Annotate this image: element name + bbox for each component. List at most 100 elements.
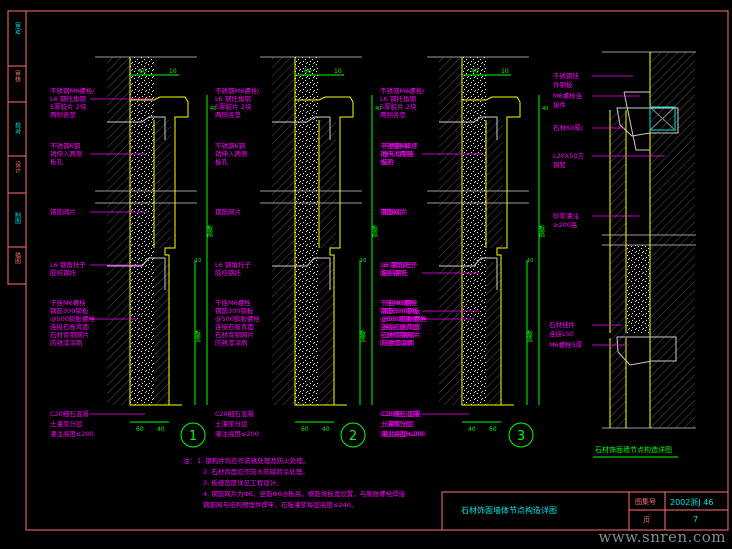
callout-label: 不锈钢6钢 <box>50 141 81 150</box>
strip-label: 制图 <box>14 211 21 225</box>
wall-section-detail-1: 60 104010板高板宽60 40 1不锈钢M6螺栓/L6 钢托角钢5厚胶片 2块两… <box>50 56 260 448</box>
callout-label: 不锈钢6钢 <box>215 141 246 150</box>
callout-label: 石材挂件 <box>549 320 576 329</box>
side-detail-caption: 石材饰面墙节点构造详图 <box>595 445 672 454</box>
callout-label: 连接石板背面 <box>215 322 255 331</box>
callout-label: 连接石板背面 <box>50 322 90 331</box>
callout-label: 接件 <box>553 100 567 109</box>
callout-label: 两侧各垫 <box>215 110 242 119</box>
detail-number: 3 <box>517 429 525 444</box>
callout-label: C20细石混凝 <box>382 409 421 418</box>
stone-panel-upper <box>154 120 171 248</box>
callout-label: L6 钢角托子 <box>215 260 251 269</box>
callout-label: 胶结钢托 <box>215 268 242 277</box>
callout-label: 连接石板背面 <box>382 322 422 331</box>
strip-label: 设计 <box>14 160 21 174</box>
atlas-number: 2002浙J 46 <box>670 497 713 507</box>
callout-label: 钢筋网片 <box>215 207 241 216</box>
detail-number: 1 <box>189 429 197 444</box>
stone-panel-lower <box>319 262 334 405</box>
callout-label: 干挂M6螺栓 <box>50 298 86 307</box>
callout-label: 钢筋300钢板 <box>50 306 89 315</box>
atlas-label: 图集号 <box>635 497 656 506</box>
strip-label: 校对 <box>14 121 21 134</box>
callout-label: C20细石混凝 <box>50 409 89 418</box>
notes-prefix: 注： <box>183 456 196 465</box>
dimension-text: 板高 <box>206 224 213 238</box>
note-item: 1. 钢构件均应作防锈处理及防火处理。 <box>197 456 309 465</box>
callout-label: @500膨胀螺栓 <box>215 314 260 323</box>
dimension-text: 板宽 <box>526 329 533 343</box>
callout-label: 石材背钢网片 <box>215 330 254 339</box>
callout-label: 土灌浆分层 <box>50 419 83 428</box>
mortar-fill <box>295 57 319 405</box>
dimension-text: 60 <box>489 426 497 433</box>
callout-label: 砂浆灌注 <box>553 211 580 220</box>
callout-label: 销伸入两侧 <box>215 149 248 158</box>
callout-label: C20细石混凝 <box>215 409 254 418</box>
dimension-text: 10 <box>360 258 366 264</box>
callout-label: 不锈钢挂 <box>553 71 580 80</box>
callout-label: 灌注高度≤200 <box>382 429 426 438</box>
callout-label: 干挂M6螺栓 <box>215 298 251 307</box>
callout-label: 防锈漆涂刷 <box>215 338 248 347</box>
callout-label: L6 钢托角钢 <box>380 94 416 103</box>
structural-wall <box>272 57 295 405</box>
callout-label: 不锈钢M6螺栓/ <box>380 86 425 95</box>
cad-drawing: 审定 审核 校对 设计 制图 描图 60 10 40 10 板高板宽 60 40 1 不锈钢M6… <box>7 10 729 531</box>
dimension-text: 板高 <box>371 224 378 238</box>
page-label: 页 <box>643 516 650 524</box>
dimension-text: 板高 <box>538 224 545 238</box>
dimension-text: 10 <box>501 68 509 75</box>
mortar-fill <box>130 57 154 405</box>
dimension-text: 板宽 <box>359 329 366 343</box>
notes: 注： 1. 钢构件均应作防锈处理及防火处理。 2. 石材背面应作防水防碱背涂处理… <box>183 456 406 509</box>
side-strip: 审定 审核 校对 设计 制图 描图 <box>7 10 27 285</box>
dimension-text: 10 <box>527 258 533 264</box>
title-block: 石材饰面墙体节点构造详图 图集号 2002浙J 46 页 7 <box>441 491 729 531</box>
note-item: 2. 石材背面应作防水防碱背涂处理。 <box>203 467 309 476</box>
callout-label: M6螺栓5厚 <box>549 340 583 349</box>
callout-label: @500膨胀螺栓 <box>382 314 427 323</box>
dimension-text: 10 <box>334 68 342 75</box>
callout-label: M6螺栓连 <box>553 91 583 100</box>
callout-label: @500膨胀螺栓 <box>50 314 95 323</box>
callout-label: ≥200高 <box>553 220 578 229</box>
dimension-text: 40 <box>471 68 479 75</box>
callout-label: 灌注高度≤200 <box>50 429 94 438</box>
callout-label: L6 钢托角钢 <box>50 94 86 103</box>
callout-label: 胶结钢托 <box>50 268 77 277</box>
note-item: 3. 板缝宽度详见工程设计。 <box>203 478 283 487</box>
callout-label: L6 钢角托子 <box>382 260 418 269</box>
wall-section-detail-3: 40 10 40 10 板高板宽 40 60 3 不锈钢M6螺栓与角钢连接件钢筋网片 L6 钢角托… <box>382 56 548 448</box>
callout-label: 钢筋网片 <box>50 207 76 216</box>
callout-label: 不锈钢M6螺栓/ <box>50 86 95 95</box>
callout-label: 防锈漆涂刷 <box>50 338 83 347</box>
structural-wall <box>439 57 462 405</box>
callout-label: 干挂M6螺栓 <box>382 298 418 307</box>
side-detail <box>602 51 696 429</box>
callout-label: 胶结钢托 <box>382 268 409 277</box>
callout-label: L6 钢角托子 <box>50 260 86 269</box>
detail-number: 2 <box>349 429 357 444</box>
stone-panel-lower <box>154 262 169 405</box>
dimension-text: 60 <box>139 68 147 75</box>
callout-label: L6 钢托角钢 <box>215 94 251 103</box>
strip-label: 描图 <box>14 251 21 265</box>
dimension-text: 40 <box>322 426 330 433</box>
callout-label: 连接L50 <box>549 329 574 338</box>
dimension-text: 60 <box>304 68 312 75</box>
callout-label: 钢筋300钢板 <box>382 306 421 315</box>
callout-label: 板孔 <box>50 157 64 166</box>
callout-label: 土灌浆分层 <box>215 419 248 428</box>
page-number: 7 <box>693 515 698 524</box>
callout-label: 件钢板 <box>553 80 573 89</box>
callout-label: 销伸入两侧 <box>50 149 83 158</box>
stone-panel-upper <box>319 120 336 248</box>
callout-label: 钢管 <box>553 160 567 169</box>
callout-label: 5厚胶片 2块 <box>50 102 87 111</box>
callout-label: 不锈钢M6螺 <box>382 141 418 150</box>
callout-label: 不锈钢M6螺栓/ <box>215 86 260 95</box>
callout-label: 两侧各垫 <box>50 110 77 119</box>
callout-label: 土灌浆分层 <box>382 419 415 428</box>
